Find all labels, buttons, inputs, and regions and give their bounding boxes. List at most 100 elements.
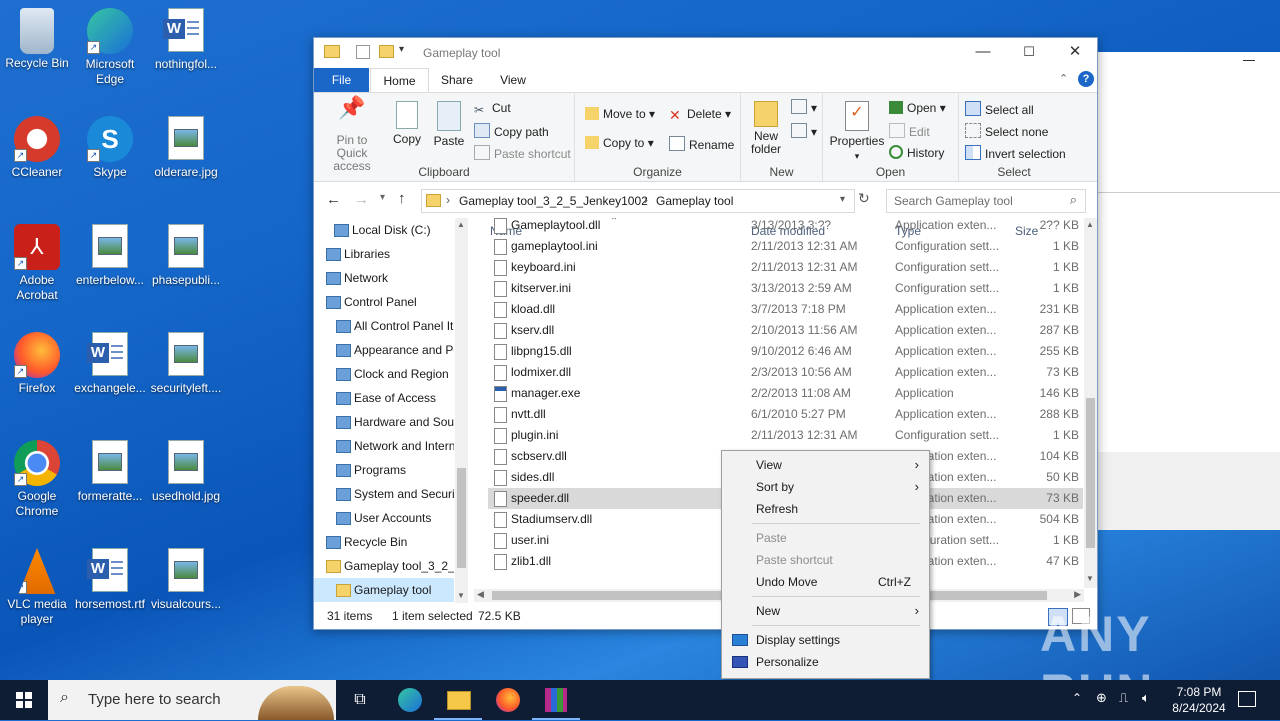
clock[interactable]: 7:08 PM 8/24/2024: [1166, 684, 1232, 716]
file-row[interactable]: Gameplaytool.dll 3/13/2013 3:?? Applicatio…: [488, 218, 1083, 236]
back-arrow-icon[interactable]: ←: [326, 191, 341, 208]
refresh-icon[interactable]: ↻: [858, 190, 870, 207]
file-row[interactable]: nvtt.dll 6/1/2010 5:27 PM Application exte…: [488, 404, 1083, 425]
nav-item[interactable]: All Control Panel Items: [314, 314, 454, 338]
copy-button[interactable]: Copy: [390, 101, 424, 146]
menu-item-new[interactable]: New ›: [722, 600, 929, 622]
desktop-icon[interactable]: ↗ VLC media player: [1, 546, 73, 627]
desktop-icon[interactable]: usedhold.jpg: [150, 438, 222, 504]
file-explorer-taskbar-icon[interactable]: [434, 680, 482, 720]
menu-item-view[interactable]: View ›: [722, 454, 929, 476]
up-arrow-icon[interactable]: ↑: [398, 190, 406, 207]
nav-item[interactable]: Control Panel: [314, 290, 454, 314]
desktop-icon[interactable]: Whorsemost.rtf: [74, 546, 146, 612]
breadcrumb-parent[interactable]: Gameplay tool_3_2_5_Jenkey1002: [459, 194, 648, 208]
desktop-icon[interactable]: ↗ Microsoft Edge: [74, 6, 146, 87]
history-button[interactable]: History: [889, 145, 944, 160]
invert-selection-button[interactable]: Invert selection: [965, 145, 1066, 161]
collapse-ribbon-icon[interactable]: ⌃: [1059, 72, 1068, 85]
cut-button[interactable]: ✂ Cut: [474, 101, 511, 117]
nav-item[interactable]: Network: [314, 266, 454, 290]
file-row[interactable]: lodmixer.dll 2/3/2013 10:56 AM Application…: [488, 362, 1083, 383]
file-row[interactable]: gameplaytool.ini 2/11/2013 12:31 AM Config…: [488, 236, 1083, 257]
nav-item[interactable]: Appearance and Personalization: [314, 338, 454, 362]
properties-button[interactable]: ✓ Properties ▾: [829, 101, 885, 162]
tab-home[interactable]: Home: [370, 68, 429, 93]
copy-to-button[interactable]: Copy to ▾: [585, 136, 654, 150]
desktop-icon[interactable]: Wexchangele...: [74, 330, 146, 396]
desktop-icon[interactable]: phasepubli...: [150, 222, 222, 288]
nav-item[interactable]: Ease of Access: [314, 386, 454, 410]
file-row[interactable]: kserv.dll 2/10/2013 11:56 AM Application e…: [488, 320, 1083, 341]
new-folder-button[interactable]: New folder: [749, 101, 783, 156]
nav-item[interactable]: Clock and Region: [314, 362, 454, 386]
desktop-icon[interactable]: formeratte...: [74, 438, 146, 504]
volume-icon[interactable]: 🔈︎: [1142, 690, 1150, 706]
search-box[interactable]: Search Gameplay tool ⌕: [886, 189, 1086, 213]
taskbar-search-box[interactable]: ⌕ Type here to search: [48, 680, 336, 720]
desktop-icon[interactable]: Recycle Bin: [1, 6, 73, 71]
winrar-taskbar-icon[interactable]: [532, 680, 580, 720]
help-icon[interactable]: ?: [1078, 71, 1094, 87]
minimize-icon[interactable]: [1243, 60, 1255, 61]
desktop-icon[interactable]: ↗ CCleaner: [1, 114, 73, 180]
tab-file[interactable]: File: [314, 68, 369, 92]
file-row[interactable]: kitserver.ini 3/13/2013 2:59 AM Configurat…: [488, 278, 1083, 299]
edge-taskbar-icon[interactable]: [386, 680, 434, 720]
paste-button[interactable]: Paste: [432, 101, 466, 148]
select-all-button[interactable]: Select all: [965, 101, 1034, 117]
properties-quick-icon[interactable]: [356, 45, 370, 59]
scrollbar-thumb[interactable]: [457, 468, 466, 568]
nav-item[interactable]: Libraries: [314, 242, 454, 266]
quick-access-dropdown-icon[interactable]: ▾: [399, 44, 404, 55]
nav-item[interactable]: Recycle Bin: [314, 530, 454, 554]
move-to-button[interactable]: Move to ▾: [585, 107, 655, 121]
breadcrumb-current[interactable]: Gameplay tool: [656, 194, 733, 208]
file-row[interactable]: libpng15.dll 9/10/2012 6:46 AM Application…: [488, 341, 1083, 362]
notifications-icon[interactable]: [1238, 691, 1256, 707]
menu-item-paste-shortcut[interactable]: Paste shortcut: [722, 549, 929, 571]
minimize-button[interactable]: —: [960, 38, 1006, 67]
desktop-icon[interactable]: securityleft....: [150, 330, 222, 396]
desktop-icon[interactable]: ↗ Firefox: [1, 330, 73, 396]
scrollbar-thumb[interactable]: [1086, 398, 1095, 548]
desktop-icon[interactable]: S ↗ Skype: [74, 114, 146, 180]
nav-item[interactable]: Local Disk (C:): [314, 218, 454, 242]
network-icon[interactable]: ⊕: [1096, 690, 1107, 706]
desktop-icon[interactable]: visualcours...: [150, 546, 222, 612]
nav-item[interactable]: Hardware and Sound: [314, 410, 454, 434]
firefox-taskbar-icon[interactable]: [484, 680, 532, 720]
file-row[interactable]: keyboard.ini 2/11/2013 12:31 AM Configurat…: [488, 257, 1083, 278]
menu-item-display-settings[interactable]: Display settings: [722, 629, 929, 651]
tab-share[interactable]: Share: [430, 68, 484, 92]
desktop-icon[interactable]: olderare.jpg: [150, 114, 222, 180]
task-view-icon[interactable]: ⧉: [336, 680, 384, 720]
menu-item-sort-by[interactable]: Sort by ›: [722, 476, 929, 498]
nav-item[interactable]: Programs: [314, 458, 454, 482]
select-none-button[interactable]: Select none: [965, 123, 1048, 139]
show-hidden-icons-icon[interactable]: ⌃: [1072, 691, 1082, 705]
desktop-icon[interactable]: enterbelow...: [74, 222, 146, 288]
file-row[interactable]: kload.dll 3/7/2013 7:18 PM Application ext…: [488, 299, 1083, 320]
edit-button[interactable]: Edit: [889, 123, 930, 139]
network-status-icon[interactable]: ⎍: [1119, 690, 1128, 706]
file-list-vertical-scrollbar[interactable]: ▲ ▼: [1084, 218, 1097, 588]
tab-view[interactable]: View: [486, 68, 540, 92]
easy-access-button[interactable]: ▾: [791, 123, 817, 139]
maximize-button[interactable]: ☐: [1006, 38, 1052, 67]
desktop-icon[interactable]: ⅄ ↗ Adobe Acrobat: [1, 222, 73, 303]
address-dropdown-icon[interactable]: ▾: [840, 194, 845, 205]
delete-button[interactable]: ✕ Delete ▾: [669, 107, 731, 123]
close-button[interactable]: ✕: [1052, 38, 1098, 67]
desktop-icon[interactable]: Wnothingfol...: [150, 6, 222, 72]
file-row[interactable]: plugin.ini 2/11/2013 12:31 AM Configuratio…: [488, 425, 1083, 446]
nav-item[interactable]: Gameplay tool_3_2_5_Jenkey1002: [314, 554, 454, 578]
desktop-icon[interactable]: ↗ Google Chrome: [1, 438, 73, 519]
forward-arrow-icon[interactable]: →: [354, 191, 369, 208]
open-button[interactable]: Open ▾: [889, 101, 946, 115]
nav-item[interactable]: System and Security: [314, 482, 454, 506]
new-folder-quick-icon[interactable]: [379, 45, 394, 58]
menu-item-undo-move[interactable]: Undo Move Ctrl+Z: [722, 571, 929, 593]
new-item-button[interactable]: ▾: [791, 99, 817, 115]
rename-button[interactable]: Rename: [669, 136, 734, 152]
